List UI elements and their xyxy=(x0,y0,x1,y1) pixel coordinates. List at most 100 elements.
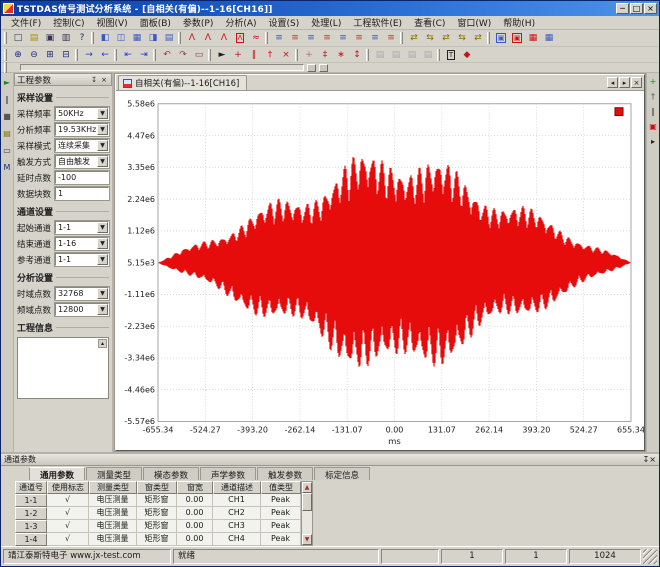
chevron-down-icon[interactable]: ▼ xyxy=(97,254,108,265)
table-cell[interactable]: 矩形窗 xyxy=(137,533,177,546)
input-延时点数[interactable]: -100 xyxy=(55,171,109,184)
tab-scroll-right-icon[interactable]: ▸ xyxy=(619,77,630,88)
menu-item-5[interactable]: 参数(P) xyxy=(177,15,219,30)
menu-item-3[interactable]: 视图(V) xyxy=(91,15,134,30)
chevron-down-icon[interactable]: ▼ xyxy=(97,156,108,167)
tab-通用参数[interactable]: 通用参数 xyxy=(29,467,85,480)
tab-声学参数[interactable]: 声学参数 xyxy=(200,467,256,480)
cursor-delete-button[interactable]: × xyxy=(278,48,294,62)
expression-combo[interactable] xyxy=(20,64,304,71)
list-7-button[interactable]: ≡ xyxy=(367,31,383,45)
menu-item-1[interactable]: 文件(F) xyxy=(5,15,47,30)
data-transfer-3-button[interactable]: ⇄ xyxy=(438,31,454,45)
table-cell[interactable]: 0.00 xyxy=(177,533,213,546)
combo-参考通道[interactable]: 1-1▼ xyxy=(55,253,109,266)
info-scroll-icon[interactable]: ▴ xyxy=(98,339,107,348)
table-cell[interactable]: 矩形窗 xyxy=(137,520,177,533)
table-cell[interactable]: CH1 xyxy=(213,494,261,507)
pin-icon[interactable]: ↧ xyxy=(89,75,99,85)
channel-panel-titlebar[interactable]: 通道参数 ↧ × xyxy=(1,454,659,466)
go-start-button[interactable]: ⇤ xyxy=(120,48,136,62)
data-transfer-2-button[interactable]: ⇆ xyxy=(422,31,438,45)
wave-time-button[interactable]: Λ xyxy=(184,31,200,45)
project-info-textarea[interactable]: ▴ xyxy=(17,337,109,399)
table-cell[interactable]: CH3 xyxy=(213,520,261,533)
cursor-single-icon[interactable]: † xyxy=(648,91,659,102)
table-cell[interactable]: 电压测量 xyxy=(89,520,137,533)
window-split-2-button[interactable]: ◫ xyxy=(113,31,129,45)
disabled-3-button[interactable]: ▤ xyxy=(404,48,420,62)
table-cell[interactable]: Peak xyxy=(261,507,301,520)
data-transfer-1-button[interactable]: ⇄ xyxy=(406,31,422,45)
chevron-down-icon[interactable]: ▼ xyxy=(97,304,108,315)
menu-item-4[interactable]: 面板(B) xyxy=(134,15,177,30)
run-icon[interactable]: ► xyxy=(2,77,13,88)
menu-item-11[interactable]: 窗口(W) xyxy=(451,15,497,30)
new-file-button[interactable]: □ xyxy=(10,31,26,45)
row-header[interactable]: 1-1 xyxy=(15,494,47,507)
chevron-down-icon[interactable]: ▼ xyxy=(97,288,108,299)
panel-red-1-button[interactable]: ▣ xyxy=(509,31,525,45)
combo-结束通道[interactable]: 1-16▼ xyxy=(55,237,109,250)
window-restore-button[interactable]: ▭ xyxy=(191,48,207,62)
table-cell[interactable]: CH2 xyxy=(213,507,261,520)
channel-close-icon[interactable]: × xyxy=(649,455,656,464)
monitor-icon[interactable]: ▭ xyxy=(2,145,13,156)
table-cell[interactable]: √ xyxy=(47,494,89,507)
disabled-4-button[interactable]: ▤ xyxy=(420,48,436,62)
tab-触发参数[interactable]: 触发参数 xyxy=(257,467,313,480)
zoom-out-button[interactable]: ⊖ xyxy=(26,48,42,62)
combo-分析频率[interactable]: 19.53KHz▼ xyxy=(55,123,109,136)
window-split-h-button[interactable]: ◨ xyxy=(145,31,161,45)
zoom-y-button[interactable]: ⊟ xyxy=(58,48,74,62)
table-scrollbar[interactable]: ▲ ▼ xyxy=(301,481,313,546)
close-button[interactable]: × xyxy=(644,3,657,14)
cursor-harmonic-button[interactable]: † xyxy=(262,48,278,62)
help-button[interactable]: ? xyxy=(74,31,90,45)
table-cell[interactable]: CH4 xyxy=(213,533,261,546)
chart-tab[interactable]: 自相关(有偏)--1-16[CH16] xyxy=(118,75,247,90)
combo-起始通道[interactable]: 1-1▼ xyxy=(55,221,109,234)
undo-button[interactable]: ↶ xyxy=(159,48,175,62)
data-transfer-5-button[interactable]: ⇄ xyxy=(470,31,486,45)
window-grid-4-button[interactable]: ▦ xyxy=(129,31,145,45)
window-cascade-button[interactable]: ▤ xyxy=(161,31,177,45)
panel-red-2-button[interactable]: ▦ xyxy=(525,31,541,45)
list-1-button[interactable]: ≡ xyxy=(271,31,287,45)
chart-plot-area[interactable]: 5.58e64.47e63.35e62.24e61.12e65.15e3-1.1… xyxy=(116,91,644,450)
list-2-button[interactable]: ≡ xyxy=(287,31,303,45)
wave-spectrum-button[interactable]: Λ xyxy=(200,31,216,45)
pause-icon[interactable]: ‖ xyxy=(2,94,13,105)
table-cell[interactable]: 矩形窗 xyxy=(137,507,177,520)
harmonic-1-button[interactable]: ‡ xyxy=(317,48,333,62)
table-cell[interactable]: √ xyxy=(47,507,89,520)
chevron-down-icon[interactable]: ▼ xyxy=(97,238,108,249)
combo-触发方式[interactable]: 自由触发▼ xyxy=(55,155,109,168)
table-cell[interactable]: 电压测量 xyxy=(89,494,137,507)
menu-item-2[interactable]: 控制(C) xyxy=(47,15,90,30)
table-cell[interactable]: √ xyxy=(47,533,89,546)
cursor-double-icon[interactable]: ‖ xyxy=(648,106,659,117)
wave-boxed-button[interactable]: Λ xyxy=(232,31,248,45)
panel-blue-2-button[interactable]: ▦ xyxy=(541,31,557,45)
peak-mark-button[interactable]: + xyxy=(301,48,317,62)
expr-apply-button[interactable] xyxy=(307,64,316,72)
table-cell[interactable]: 电压测量 xyxy=(89,507,137,520)
list-6-button[interactable]: ≡ xyxy=(351,31,367,45)
chevron-down-icon[interactable]: ▼ xyxy=(97,108,108,119)
cursor-vert-button[interactable]: ↕ xyxy=(349,48,365,62)
zoom-x-button[interactable]: ⊞ xyxy=(42,48,58,62)
row-header[interactable]: 1-3 xyxy=(15,520,47,533)
table-cell[interactable]: Peak xyxy=(261,520,301,533)
menu-item-10[interactable]: 查看(C) xyxy=(408,15,451,30)
open-folder-button[interactable]: ▤ xyxy=(26,31,42,45)
panel-blue-1-button[interactable]: ▣ xyxy=(493,31,509,45)
combo-频域点数[interactable]: 12800▼ xyxy=(55,303,109,316)
strip-expand-icon[interactable]: ▸ xyxy=(648,136,659,147)
wave-transfer-button[interactable]: Λ xyxy=(216,31,232,45)
window-single-button[interactable]: ◧ xyxy=(97,31,113,45)
harmonic-2-button[interactable]: ∗ xyxy=(333,48,349,62)
legend-marker[interactable] xyxy=(615,108,623,116)
tab-close-icon[interactable]: × xyxy=(631,77,642,88)
print-button[interactable]: ▥ xyxy=(58,31,74,45)
